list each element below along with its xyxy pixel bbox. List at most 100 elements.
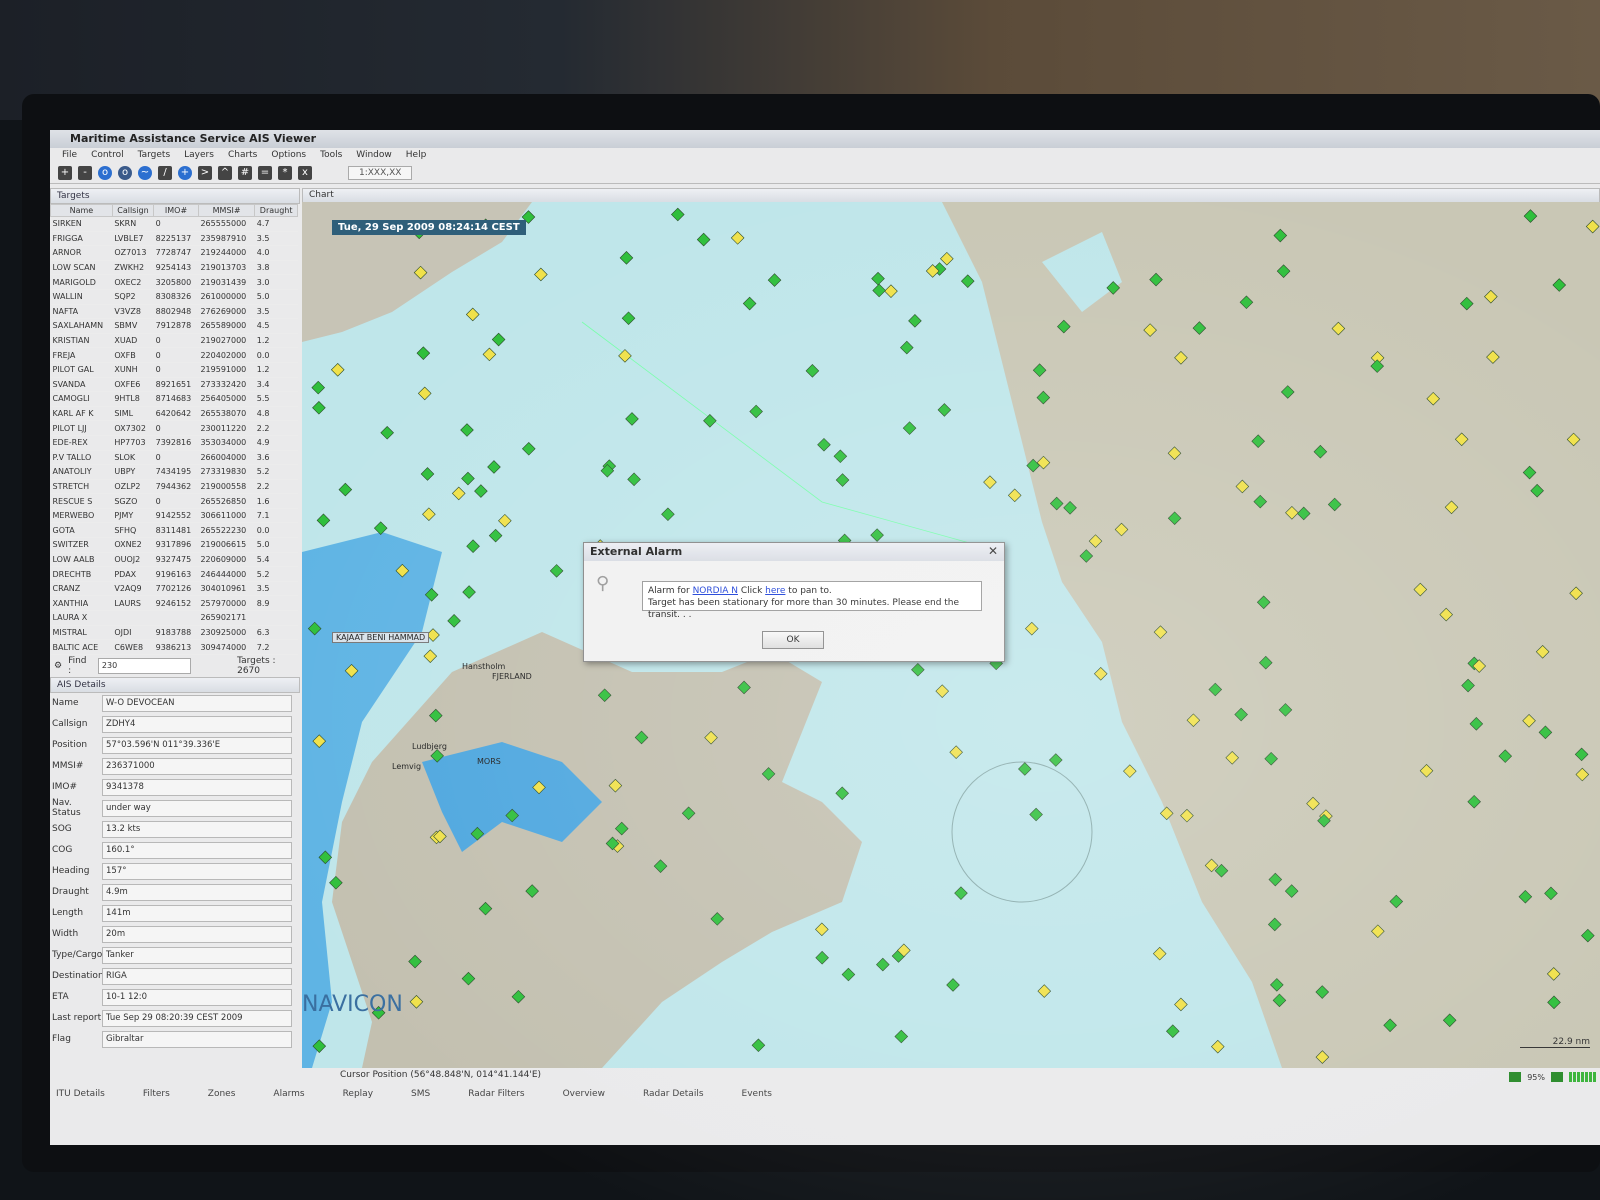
detail-value[interactable]: 57°03.596'N 011°39.336'E	[102, 736, 292, 754]
record-icon[interactable]: *	[278, 165, 292, 180]
detail-value[interactable]: 157°	[102, 862, 292, 880]
table-cell: 219031439	[198, 274, 255, 290]
measure-icon[interactable]: /	[158, 165, 172, 180]
column-header-mmsi[interactable]: MMSI#	[197, 204, 256, 217]
menu-item-tools[interactable]: Tools	[320, 148, 342, 162]
table-cell: EDE-REX	[50, 435, 113, 451]
table-row[interactable]: GOTA SFHQ 8311481 265522230 0.0	[50, 522, 298, 539]
table-row[interactable]: PILOT GAL XUNH 0 219591000 1.2	[50, 362, 298, 378]
tab-radar-details[interactable]: Radar Details	[643, 1089, 704, 1099]
detail-value[interactable]: Gibraltar	[102, 1030, 292, 1048]
table-row[interactable]: ANATOLIY UBPY 7434195 273319830 5.2	[50, 464, 298, 480]
table-row[interactable]: KRISTIAN XUAD 0 219027000 1.2	[50, 333, 298, 349]
detail-value[interactable]: RIGA	[102, 967, 292, 985]
tab-overview[interactable]: Overview	[563, 1089, 605, 1099]
table-row[interactable]: MERWEBO PJMY 9142552 306611000 7.1	[50, 508, 298, 524]
detail-value[interactable]: under way	[102, 799, 292, 817]
tab-filters[interactable]: Filters	[143, 1089, 170, 1099]
detail-value[interactable]: 141m	[102, 904, 292, 922]
tab-events[interactable]: Events	[742, 1089, 772, 1099]
table-row[interactable]: P.V TALLO SLOK 0 266004000 3.6	[50, 450, 298, 466]
alarm-prefix: Alarm for	[648, 586, 693, 596]
select-icon[interactable]: >	[198, 165, 212, 180]
zoom-in-icon[interactable]: +	[58, 165, 72, 180]
detail-value[interactable]: Tue Sep 29 08:20:39 CEST 2009	[102, 1009, 292, 1027]
table-row[interactable]: FREJA OXFB 0 220402000 0.0	[50, 347, 298, 363]
table-row[interactable]: NAFTA V3VZ8 8802948 276269000 3.5	[50, 304, 298, 320]
layers-icon[interactable]: ~	[138, 165, 152, 180]
table-row[interactable]: SIRKEN SKRN 0 265555000 4.7	[50, 216, 298, 232]
zoom-field[interactable]: 1:XXX,XX	[348, 165, 413, 180]
menu-item-file[interactable]: File	[62, 148, 77, 162]
table-row[interactable]: MISTRAL OJDI 9183788 230925000 6.3	[50, 625, 298, 641]
ok-button[interactable]: OK	[762, 631, 824, 649]
close-icon[interactable]: ✕	[988, 544, 998, 558]
route-icon[interactable]: ^	[218, 165, 232, 180]
detail-row: COG 160.1°	[50, 840, 300, 861]
label-ludbjerg: Ludbjerg	[412, 742, 447, 751]
table-row[interactable]: EDE-REX HP7703 7392816 353034000 4.9	[50, 435, 298, 451]
detail-value[interactable]: 9341378	[102, 778, 292, 796]
vessel-link[interactable]: NORDIA N	[693, 586, 738, 596]
trash-icon[interactable]: x	[298, 165, 312, 180]
table-row[interactable]: MARIGOLD OXEC2 3205800 219031439 3.0	[50, 274, 298, 290]
here-link[interactable]: here	[765, 586, 785, 596]
table-cell: 3.6	[254, 450, 298, 466]
detail-value[interactable]: Tanker	[102, 946, 292, 964]
chart-tab[interactable]: Chart	[302, 188, 1600, 203]
table-row[interactable]: PILOT LJJ OX7302 0 230011220 2.2	[50, 420, 298, 436]
column-header-imo[interactable]: IMO#	[153, 204, 199, 217]
table-row[interactable]: STRETCH OZLP2 7944362 219000558 2.2	[50, 479, 298, 495]
target-icon[interactable]: o	[118, 165, 132, 180]
table-row[interactable]: SVANDA OXFE6 8921651 273332420 3.4	[50, 377, 298, 393]
find-input[interactable]: 230	[97, 657, 192, 674]
zoom-out-icon[interactable]: -	[78, 165, 92, 180]
menu-item-help[interactable]: Help	[406, 148, 427, 162]
globe-icon[interactable]: o	[98, 165, 112, 180]
menu-item-window[interactable]: Window	[356, 148, 392, 162]
tab-sms[interactable]: SMS	[411, 1089, 430, 1099]
table-row[interactable]: WALLIN SQP2 8308326 261000000 5.0	[50, 289, 298, 305]
table-row[interactable]: BALTIC ACE C6WE8 9386213 309474000 7.2	[50, 639, 298, 655]
table-row[interactable]: LAURA X 265902171	[50, 610, 298, 626]
table-row[interactable]: LOW AALB OUOJ2 9327475 220609000 5.4	[50, 552, 298, 568]
column-header-draught[interactable]: Draught	[254, 204, 298, 217]
detail-value[interactable]: 160.1°	[102, 841, 292, 859]
table-row[interactable]: LOW SCAN ZWKH2 9254143 219013703 3.8	[50, 260, 298, 276]
tab-alarms[interactable]: Alarms	[273, 1089, 304, 1099]
menu-item-layers[interactable]: Layers	[184, 148, 214, 162]
detail-value[interactable]: W-O DEVOCEAN	[102, 694, 292, 712]
detail-value[interactable]: 13.2 kts	[102, 820, 292, 838]
table-row[interactable]: FRIGGA LVBLE7 8225137 235987910 3.5	[50, 231, 298, 247]
table-row[interactable]: CAMOGLI 9HTL8 8714683 256405000 5.5	[50, 391, 298, 407]
table-cell: 0.0	[254, 522, 298, 539]
print-icon[interactable]: =	[258, 165, 272, 180]
tab-zones[interactable]: Zones	[208, 1089, 236, 1099]
detail-value[interactable]: 236371000	[102, 757, 292, 775]
tab-itu-details[interactable]: ITU Details	[56, 1089, 105, 1099]
table-row[interactable]: DRECHTB PDAX 9196163 246444000 5.2	[50, 566, 298, 582]
detail-value[interactable]: 4.9m	[102, 883, 292, 901]
table-row[interactable]: CRANZ V2AQ9 7702126 304010961 3.5	[50, 581, 298, 597]
zone-icon[interactable]: #	[238, 165, 252, 180]
menu-item-options[interactable]: Options	[271, 148, 306, 162]
screen: Maritime Assistance Service AIS Viewer F…	[50, 130, 1600, 1145]
table-row[interactable]: SWITZER OXNE2 9317896 219006615 5.0	[50, 537, 298, 553]
table-row[interactable]: SAXLAHAMN SBMV 7912878 265589000 4.5	[50, 318, 298, 334]
menu-item-control[interactable]: Control	[91, 148, 124, 162]
table-row[interactable]: XANTHIA LAURS 9246152 257970000 8.9	[50, 595, 298, 612]
tab-replay[interactable]: Replay	[343, 1089, 373, 1099]
detail-value[interactable]: ZDHY4	[102, 715, 292, 733]
table-row[interactable]: RESCUE S SGZO 0 265526850 1.6	[50, 493, 298, 509]
menu-item-targets[interactable]: Targets	[138, 148, 171, 162]
table-row[interactable]: ARNOR OZ7013 7728747 219244000 4.0	[50, 245, 298, 261]
pan-icon[interactable]: +	[178, 165, 192, 180]
detail-value[interactable]: 20m	[102, 925, 292, 943]
menu-item-charts[interactable]: Charts	[228, 148, 257, 162]
table-row[interactable]: KARL AF K SIML 6420642 265538070 4.8	[50, 406, 298, 422]
column-header-callsign[interactable]: Callsign	[111, 204, 155, 217]
column-header-name[interactable]: Name	[50, 204, 113, 217]
tab-radar-filters[interactable]: Radar Filters	[468, 1089, 524, 1099]
detail-value[interactable]: 10-1 12:0	[102, 988, 292, 1006]
table-cell: 9HTL8	[112, 391, 154, 407]
